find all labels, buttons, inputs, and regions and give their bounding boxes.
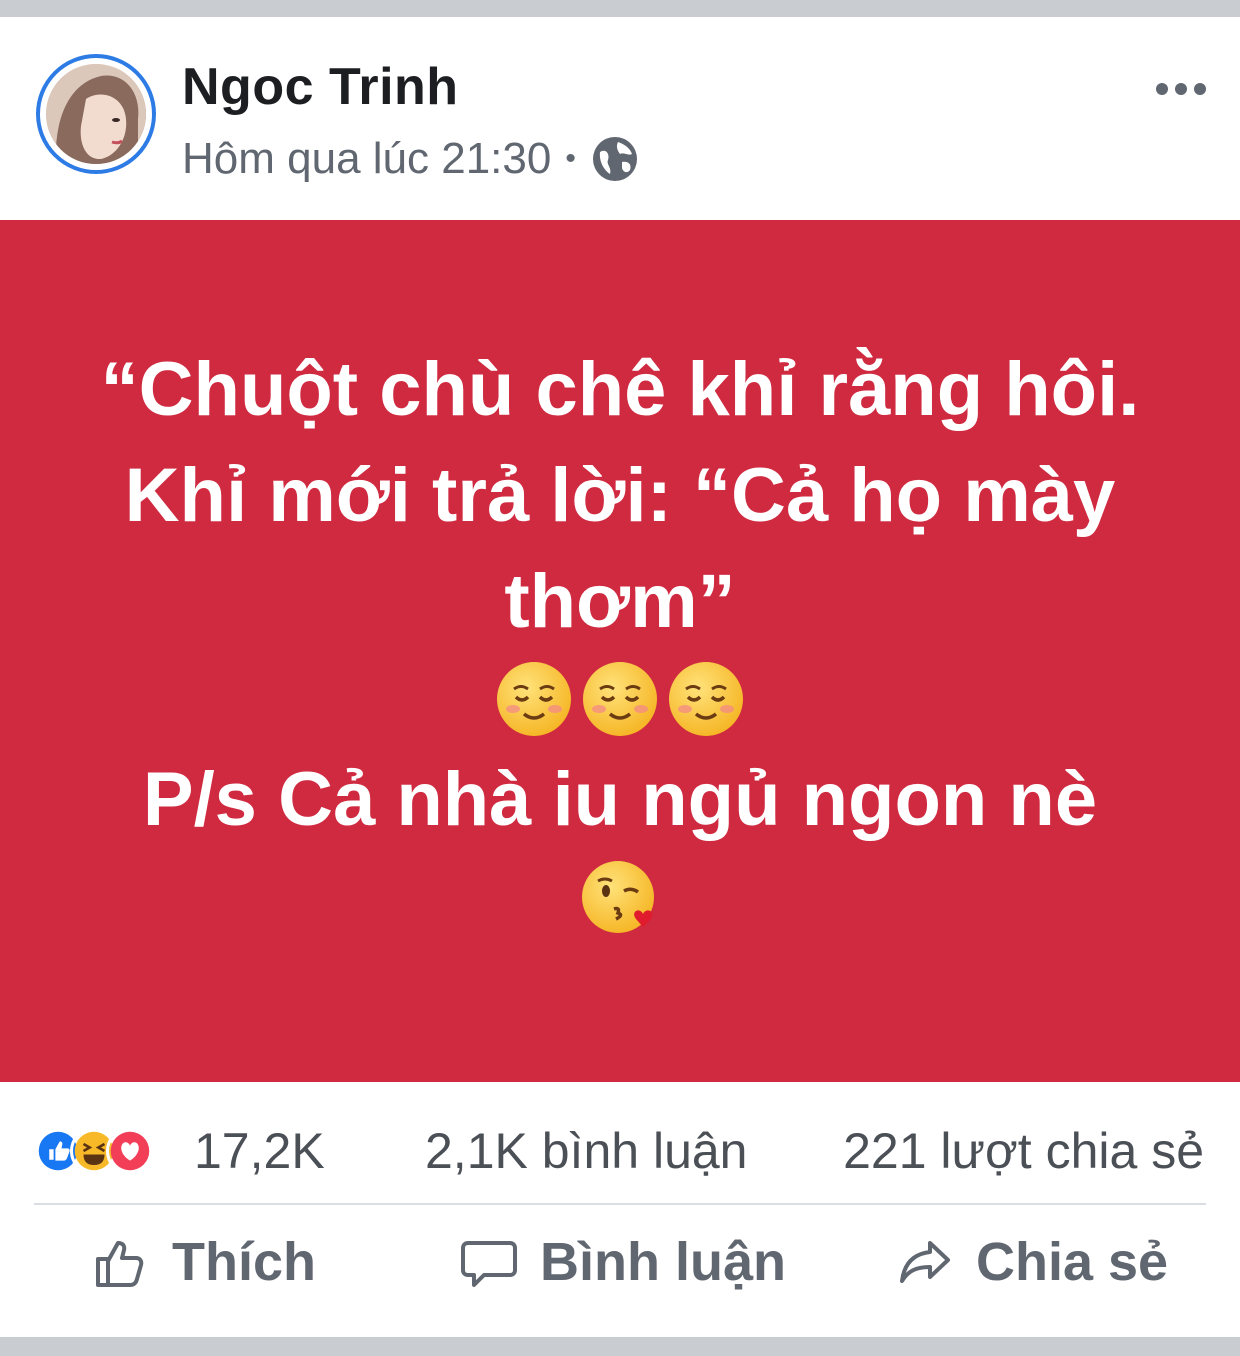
smiling-face-icon xyxy=(666,659,746,739)
share-button[interactable]: Chia sẻ xyxy=(896,1227,1168,1297)
comments-count[interactable]: 2,1K bình luận xyxy=(425,1122,748,1180)
shares-count[interactable]: 221 lượt chia sẻ xyxy=(843,1122,1204,1180)
love-reaction-icon xyxy=(106,1127,154,1175)
like-button[interactable]: Thích xyxy=(92,1227,316,1297)
more-dot xyxy=(1175,83,1187,95)
comment-bubble-icon xyxy=(460,1233,518,1291)
smiling-face-icon xyxy=(580,659,660,739)
author-name[interactable]: Ngoc Trinh xyxy=(182,57,459,117)
more-options-icon[interactable] xyxy=(1156,77,1206,101)
comment-label: Bình luận xyxy=(540,1232,786,1292)
emoji-row xyxy=(580,857,660,937)
emoji-row xyxy=(494,659,746,739)
comment-button[interactable]: Bình luận xyxy=(460,1227,786,1297)
post-card: Ngoc Trinh Hôm qua lúc 21:30 • “Chuột ch… xyxy=(0,17,1240,1337)
avatar-photo xyxy=(46,64,146,164)
more-dot xyxy=(1156,83,1168,95)
like-label: Thích xyxy=(172,1232,316,1292)
separator: • xyxy=(565,142,576,175)
reaction-icons[interactable] xyxy=(34,1126,154,1176)
face-blowing-kiss-icon xyxy=(580,857,660,937)
avatar[interactable] xyxy=(36,54,156,174)
post-meta: Hôm qua lúc 21:30 • xyxy=(182,129,640,189)
reaction-count[interactable]: 17,2K xyxy=(194,1122,325,1180)
post-header: Ngoc Trinh Hôm qua lúc 21:30 • xyxy=(0,17,1240,220)
smiling-face-icon xyxy=(494,659,574,739)
share-arrow-icon xyxy=(896,1233,954,1291)
post-stats: 17,2K 2,1K bình luận 221 lượt chia sẻ xyxy=(0,1082,1240,1220)
thumbs-up-icon xyxy=(92,1233,150,1291)
globe-icon[interactable] xyxy=(590,134,640,184)
action-bar: Thích Bình luận Chia sẻ xyxy=(0,1205,1240,1320)
more-dot xyxy=(1194,83,1206,95)
share-label: Chia sẻ xyxy=(976,1232,1169,1292)
status-text-main: “Chuột chù chê khỉ rằng hôi. Khỉ mới trả… xyxy=(100,347,1140,644)
timestamp[interactable]: Hôm qua lúc 21:30 xyxy=(182,134,551,184)
status-background: “Chuột chù chê khỉ rằng hôi. Khỉ mới trả… xyxy=(0,220,1240,1082)
status-text-ps: P/s Cả nhà iu ngủ ngon nè xyxy=(142,757,1098,842)
